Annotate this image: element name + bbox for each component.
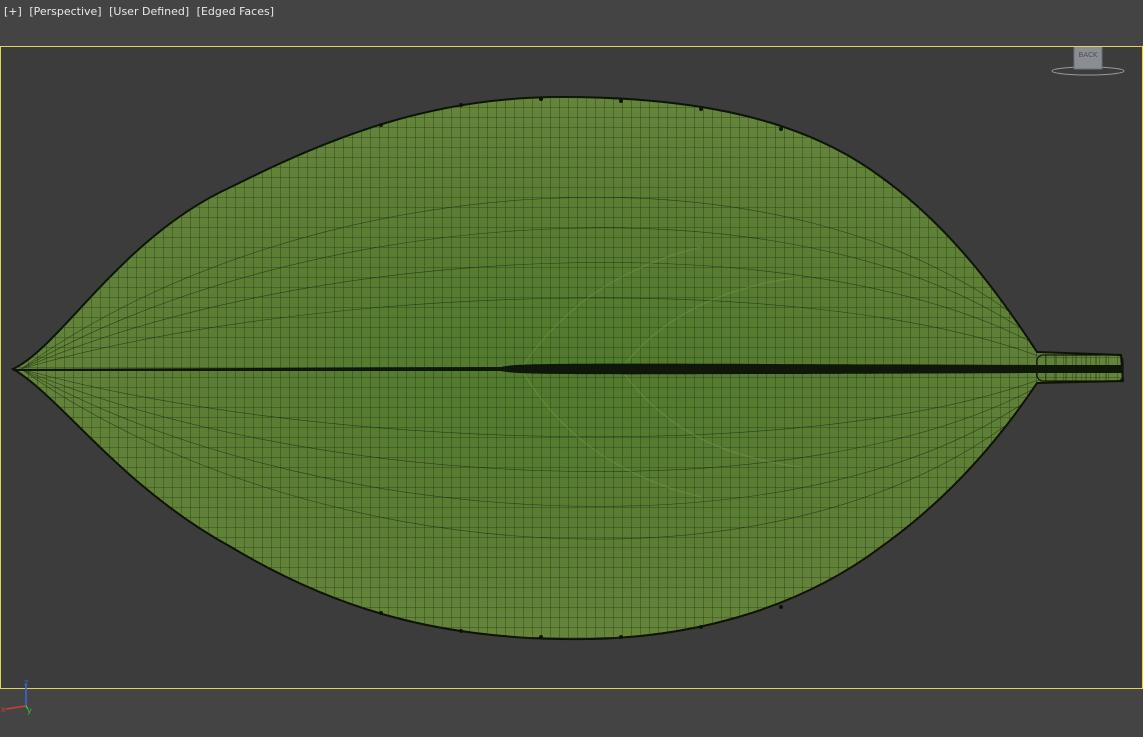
viewcube[interactable]: BACK	[1048, 47, 1128, 85]
leaf-mesh-model[interactable]	[1, 47, 1142, 688]
viewport-label-bar: [+] [Perspective] [User Defined] [Edged …	[0, 0, 1143, 46]
viewport-labels: [+] [Perspective] [User Defined] [Edged …	[4, 5, 278, 18]
perspective-viewport[interactable]: BACK	[0, 46, 1143, 689]
y-axis-label: y	[27, 706, 32, 715]
z-axis-label: z	[24, 678, 28, 687]
viewport-shading[interactable]: [Edged Faces]	[197, 5, 274, 18]
viewport-bottom-area	[0, 689, 1143, 737]
x-axis-label: x	[1, 705, 6, 714]
viewport-menu-plus[interactable]: [+]	[4, 5, 22, 18]
x-axis-line	[5, 705, 27, 710]
viewport-point-of-view[interactable]: [Perspective]	[29, 5, 101, 18]
viewport-lighting[interactable]: [User Defined]	[109, 5, 189, 18]
axis-gizmo: z x y	[0, 676, 40, 716]
viewcube-face-label: BACK	[1079, 51, 1098, 59]
